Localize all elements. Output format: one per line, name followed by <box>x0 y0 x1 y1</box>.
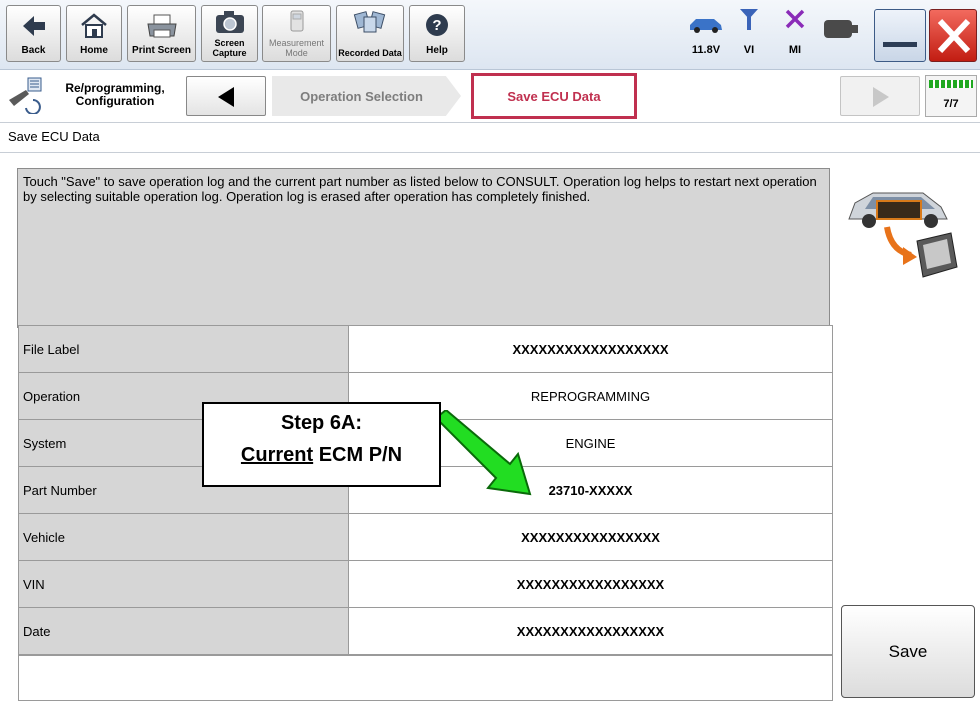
back-label: Back <box>21 45 46 56</box>
save-button[interactable]: Save <box>841 605 975 698</box>
printer-icon <box>128 12 195 40</box>
close-button[interactable] <box>929 9 977 62</box>
back-arrow-icon <box>7 12 60 40</box>
measurement-icon <box>263 9 330 37</box>
progress-indicator: 7/7 <box>925 75 977 117</box>
close-icon <box>936 17 972 60</box>
reprogramming-icon <box>6 76 46 119</box>
table-row: File Label XXXXXXXXXXXXXXXXXX <box>18 325 833 373</box>
print-screen-button[interactable]: Print Screen <box>127 5 196 62</box>
row-label: Date <box>18 607 349 655</box>
left-arrow-icon <box>214 85 238 114</box>
step-save-ecu-data-label: Save ECU Data <box>507 88 601 104</box>
callout-line2-rest: ECM P/N <box>313 444 403 466</box>
page-title-bar: Save ECU Data <box>0 123 980 153</box>
breadcrumb: Re/programming, Configuration Operation … <box>0 70 980 123</box>
measurement-mode-button[interactable]: Measurement Mode <box>262 5 331 62</box>
callout-line2-underlined: Current <box>240 444 314 466</box>
recorded-data-icon <box>337 9 403 37</box>
ecu-data-table: File Label XXXXXXXXXXXXXXXXXX Operation REP… <box>18 325 833 655</box>
step-6a-callout: Step 6A: Current ECM P/N <box>202 402 441 487</box>
table-row-empty <box>18 655 833 701</box>
table-row: VIN XXXXXXXXXXXXXXXXX <box>18 560 833 608</box>
screen-capture-button[interactable]: Screen Capture <box>201 5 258 62</box>
vi-label: VI <box>743 44 755 56</box>
measurement-mode-label: Measurement Mode <box>268 38 325 58</box>
row-value: XXXXXXXXXXXXXXXXX <box>348 607 833 655</box>
battery-status: 11.8V <box>681 6 731 62</box>
car-battery-icon <box>687 14 725 39</box>
toolbar: Back Home Print Screen Screen Capture Me… <box>0 0 980 70</box>
section-label: Re/programming, Configuration <box>65 81 165 108</box>
help-label: Help <box>426 45 448 56</box>
callout-line1: Step 6A: <box>280 412 363 434</box>
progress-text: 7/7 <box>943 98 959 110</box>
home-button[interactable]: Home <box>66 5 122 62</box>
screen-capture-label: Screen Capture <box>212 38 247 58</box>
table-row: Date XXXXXXXXXXXXXXXXX <box>18 607 833 655</box>
step-operation-selection-label: Operation Selection <box>300 88 423 104</box>
step-operation-selection[interactable]: Operation Selection <box>272 76 461 116</box>
step-save-ecu-data[interactable]: Save ECU Data <box>471 73 637 119</box>
callout-line2: Current ECM P/N <box>204 444 439 467</box>
car-to-laptop-icon <box>843 167 963 292</box>
vi-antenna-icon <box>738 7 760 36</box>
page-title: Save ECU Data <box>8 129 100 144</box>
connector-icon <box>824 20 858 43</box>
back-button[interactable]: Back <box>6 5 61 62</box>
vi-status: VI <box>729 6 769 62</box>
battery-voltage: 11.8V <box>691 44 721 56</box>
progress-bar <box>929 80 973 88</box>
mi-cross-icon <box>784 8 806 35</box>
save-button-label: Save <box>888 641 928 661</box>
row-label: Vehicle <box>18 513 349 561</box>
previous-step-button[interactable] <box>186 76 266 116</box>
next-step-button[interactable] <box>840 76 920 116</box>
recorded-data-label: Recorded Data <box>338 48 402 58</box>
home-icon <box>67 12 121 40</box>
print-screen-label: Print Screen <box>132 45 191 56</box>
row-value: XXXXXXXXXXXXXXXX <box>348 513 833 561</box>
instruction-message: Touch "Save" to save operation log and t… <box>17 168 830 328</box>
table-row: Vehicle XXXXXXXXXXXXXXXX <box>18 513 833 561</box>
recorded-data-button[interactable]: Recorded Data <box>336 5 404 62</box>
row-value: XXXXXXXXXXXXXXXXX <box>348 560 833 608</box>
mi-status: MI <box>773 6 817 62</box>
row-label: File Label <box>18 325 349 373</box>
home-label: Home <box>80 45 108 56</box>
minimize-icon <box>883 42 917 47</box>
help-icon: ? <box>410 12 464 40</box>
camera-icon <box>202 9 257 37</box>
row-value: XXXXXXXXXXXXXXXXXX <box>348 325 833 373</box>
right-arrow-icon <box>869 85 893 114</box>
minimize-button[interactable] <box>874 9 926 62</box>
row-label: VIN <box>18 560 349 608</box>
help-button[interactable]: ? Help <box>409 5 465 62</box>
green-arrow-icon <box>430 408 550 505</box>
svg-text:?: ? <box>432 17 441 34</box>
mi-label: MI <box>788 44 802 56</box>
